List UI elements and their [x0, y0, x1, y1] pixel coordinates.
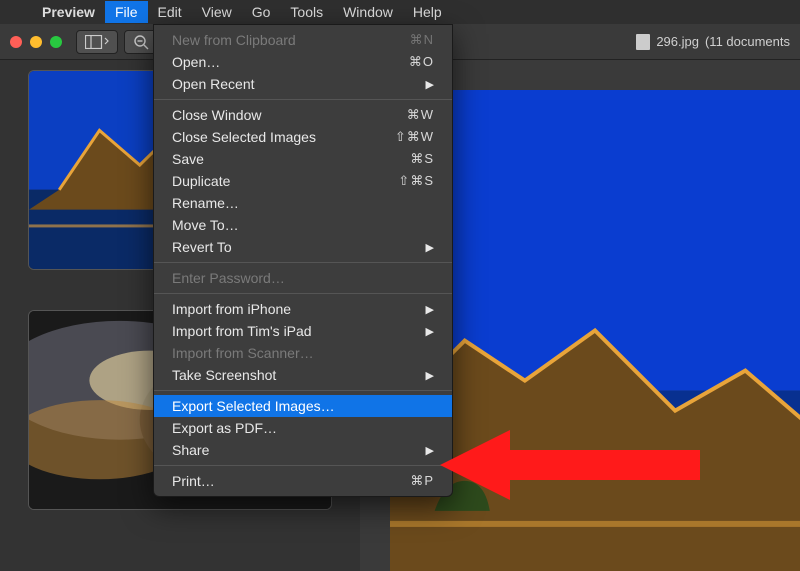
sidebar-view-icon [85, 35, 109, 49]
menu-item-label: Import from Tim's iPad [172, 323, 426, 339]
menu-item-label: Rename… [172, 195, 434, 211]
menu-item-export-selected-images[interactable]: Export Selected Images… [154, 395, 452, 417]
menu-item-save[interactable]: Save⌘S [154, 148, 452, 170]
menu-item-label: Open Recent [172, 76, 426, 92]
menu-item-print[interactable]: Print…⌘P [154, 470, 452, 492]
submenu-arrow-icon: ▶ [426, 369, 434, 382]
menu-item-label: Print… [172, 473, 410, 489]
minimize-icon[interactable] [30, 36, 42, 48]
menu-separator [154, 465, 452, 466]
menu-tools[interactable]: Tools [280, 1, 333, 23]
menu-item-label: Revert To [172, 239, 426, 255]
menu-item-label: Move To… [172, 217, 434, 233]
traffic-lights [10, 36, 62, 48]
window-title: 296.jpg (11 documents [636, 34, 790, 50]
menu-go[interactable]: Go [242, 1, 281, 23]
menu-item-label: Close Window [172, 107, 407, 123]
menu-item-close-window[interactable]: Close Window⌘W [154, 104, 452, 126]
menu-item-shortcut: ⌘O [409, 54, 434, 70]
menu-item-import-from-scanner: Import from Scanner… [154, 342, 452, 364]
menu-item-label: Close Selected Images [172, 129, 395, 145]
sidebar-view-button[interactable] [76, 30, 118, 54]
menu-edit[interactable]: Edit [148, 1, 192, 23]
menu-item-label: Take Screenshot [172, 367, 426, 383]
menu-item-move-to[interactable]: Move To… [154, 214, 452, 236]
menubar: Preview File Edit View Go Tools Window H… [0, 0, 800, 24]
menu-item-share[interactable]: Share▶ [154, 439, 452, 461]
menu-item-rename[interactable]: Rename… [154, 192, 452, 214]
menu-item-take-screenshot[interactable]: Take Screenshot▶ [154, 364, 452, 386]
menu-item-close-selected-images[interactable]: Close Selected Images⇧⌘W [154, 126, 452, 148]
annotation-arrow [440, 430, 700, 500]
menu-item-open-recent[interactable]: Open Recent▶ [154, 73, 452, 95]
submenu-arrow-icon: ▶ [426, 444, 434, 457]
submenu-arrow-icon: ▶ [426, 78, 434, 91]
menu-help[interactable]: Help [403, 1, 452, 23]
menu-item-label: Enter Password… [172, 270, 434, 286]
menu-item-enter-password: Enter Password… [154, 267, 452, 289]
menu-separator [154, 390, 452, 391]
menu-item-label: Share [172, 442, 426, 458]
menu-separator [154, 99, 452, 100]
window-title-suffix: (11 documents [705, 34, 790, 49]
menu-item-export-as-pdf[interactable]: Export as PDF… [154, 417, 452, 439]
menu-file[interactable]: File [105, 1, 148, 23]
submenu-arrow-icon: ▶ [426, 303, 434, 316]
menu-item-shortcut: ⌘W [407, 107, 434, 123]
document-icon [636, 34, 650, 50]
menu-item-new-from-clipboard: New from Clipboard⌘N [154, 29, 452, 51]
app-name[interactable]: Preview [32, 1, 105, 23]
submenu-arrow-icon: ▶ [426, 325, 434, 338]
menu-item-label: Import from iPhone [172, 301, 426, 317]
menu-item-open[interactable]: Open…⌘O [154, 51, 452, 73]
file-menu-dropdown: New from Clipboard⌘NOpen…⌘OOpen Recent▶C… [153, 24, 453, 497]
menu-window[interactable]: Window [333, 1, 403, 23]
menu-item-shortcut: ⌘N [410, 32, 434, 48]
menu-item-shortcut: ⌘S [410, 151, 434, 167]
menu-item-label: New from Clipboard [172, 32, 410, 48]
menu-separator [154, 262, 452, 263]
window-title-filename: 296.jpg [656, 34, 699, 49]
menu-item-label: Duplicate [172, 173, 398, 189]
menu-item-label: Export as PDF… [172, 420, 434, 436]
menu-item-duplicate[interactable]: Duplicate⇧⌘S [154, 170, 452, 192]
menu-item-label: Save [172, 151, 410, 167]
close-icon[interactable] [10, 36, 22, 48]
submenu-arrow-icon: ▶ [426, 241, 434, 254]
menu-view[interactable]: View [192, 1, 242, 23]
menu-item-shortcut: ⇧⌘W [395, 129, 434, 145]
zoom-icon[interactable] [50, 36, 62, 48]
menu-item-label: Import from Scanner… [172, 345, 434, 361]
menu-item-label: Export Selected Images… [172, 398, 434, 414]
menu-separator [154, 293, 452, 294]
menu-item-shortcut: ⇧⌘S [398, 173, 434, 189]
menu-item-label: Open… [172, 54, 409, 70]
menu-item-import-from-tim-s-ipad[interactable]: Import from Tim's iPad▶ [154, 320, 452, 342]
zoom-out-icon [133, 34, 149, 50]
menu-item-revert-to[interactable]: Revert To▶ [154, 236, 452, 258]
menu-item-shortcut: ⌘P [410, 473, 434, 489]
menu-item-import-from-iphone[interactable]: Import from iPhone▶ [154, 298, 452, 320]
